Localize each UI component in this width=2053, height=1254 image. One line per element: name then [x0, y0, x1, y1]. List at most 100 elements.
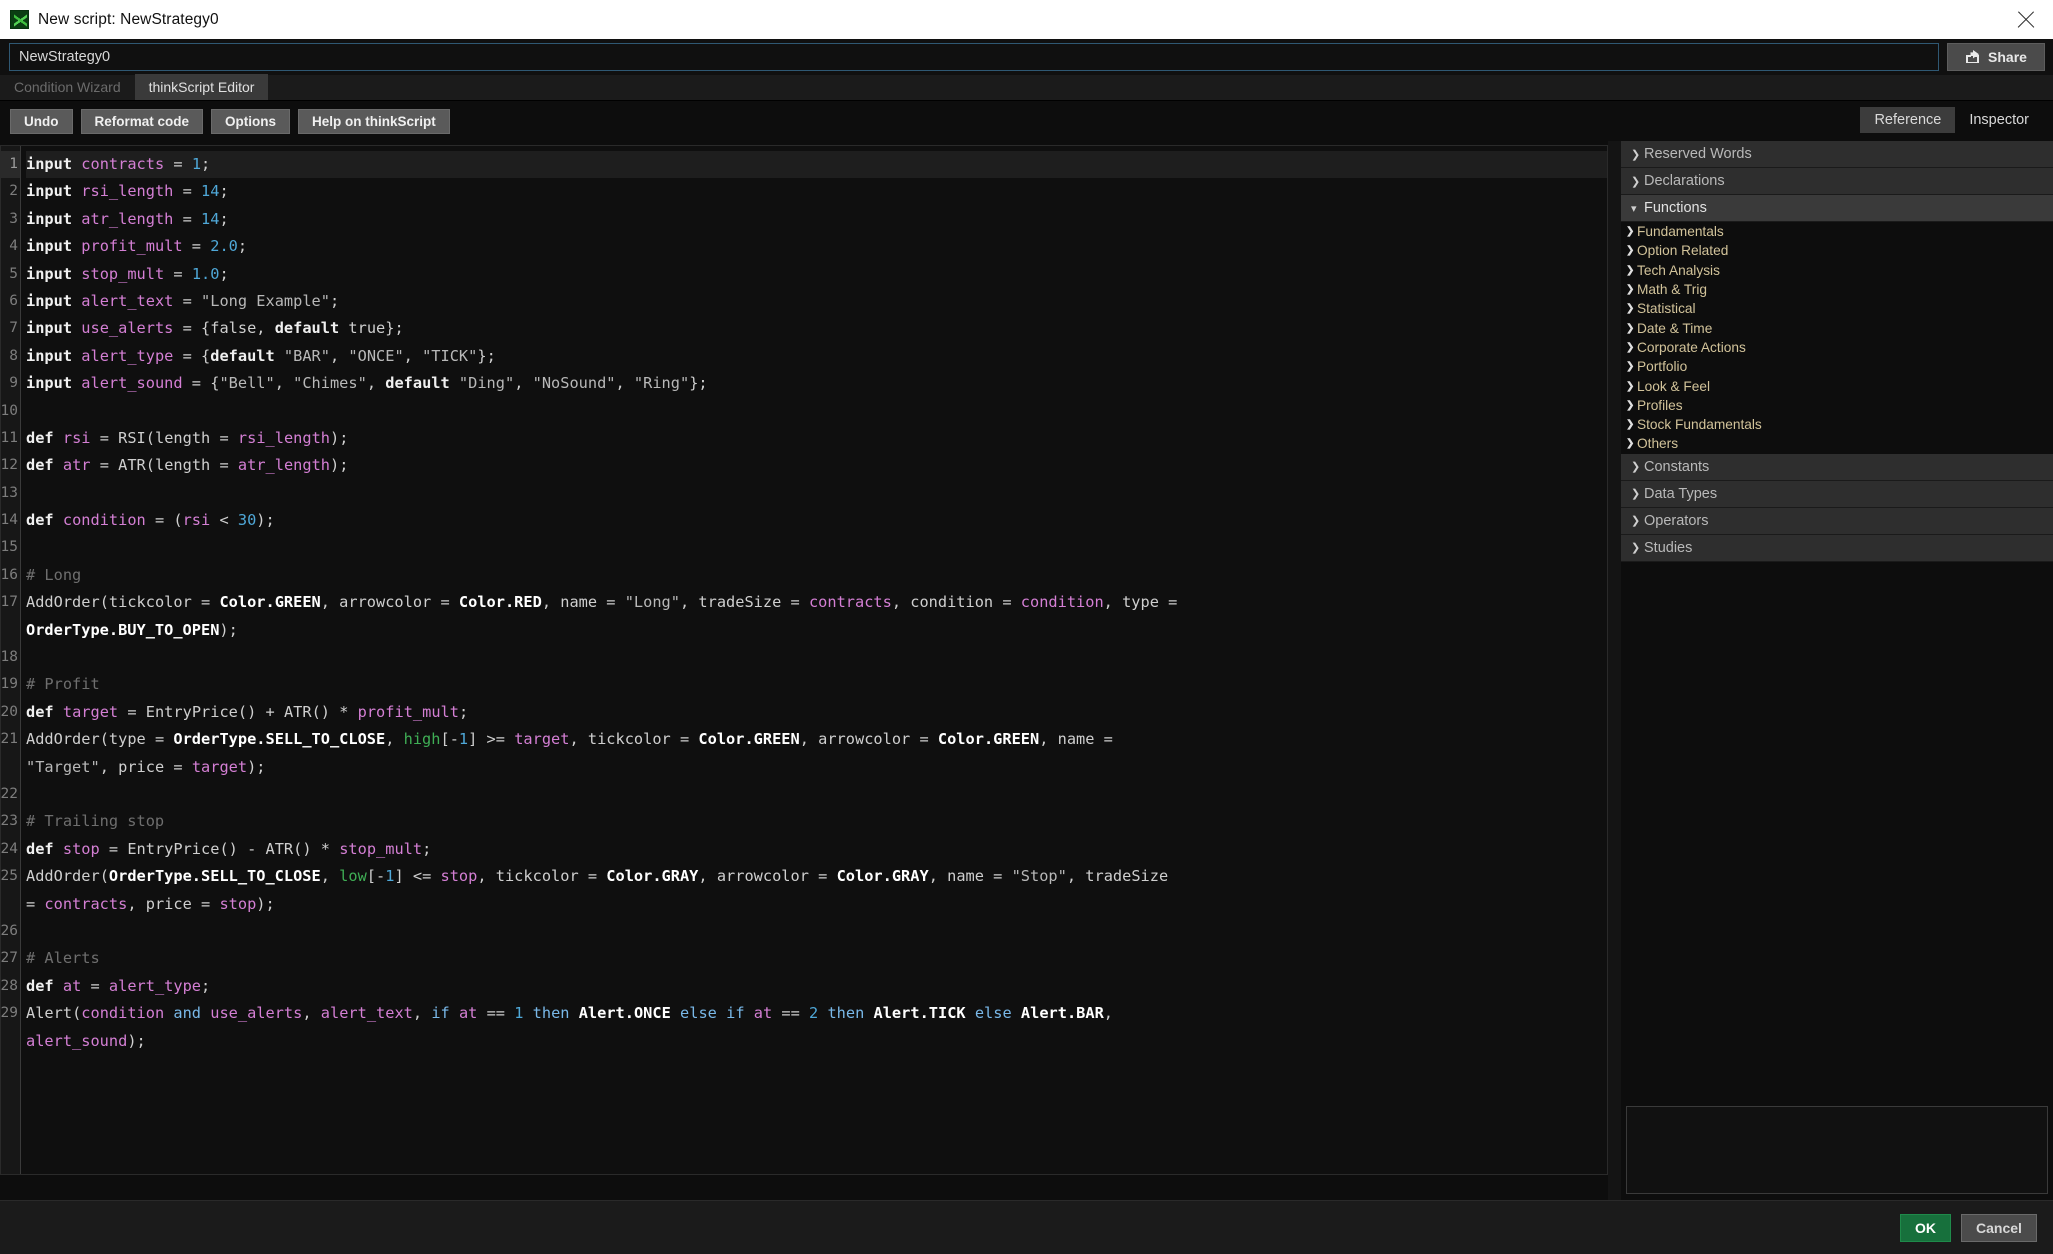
code-token: alert_sound	[81, 374, 183, 393]
tab-reference[interactable]: Reference	[1860, 107, 1956, 133]
reference-item-option-related[interactable]: ❯ Option Related	[1621, 241, 2053, 261]
code-token: atr	[62, 456, 91, 475]
line-number: 23	[1, 813, 18, 830]
reference-item-corporate-actions[interactable]: ❯ Corporate Actions	[1621, 337, 2053, 358]
reference-item-others[interactable]: ❯ Others	[1621, 434, 2053, 454]
chevron-right-icon[interactable]: ❯	[1631, 514, 1644, 527]
close-icon[interactable]	[2015, 9, 2037, 31]
code-token: ;	[219, 209, 229, 228]
code-token: Alert	[26, 1004, 73, 1023]
tab-inspector[interactable]: Inspector	[1955, 107, 2043, 133]
share-button[interactable]: Share	[1947, 43, 2045, 71]
code-token: 2.0	[210, 237, 238, 256]
code-token: condition	[81, 1004, 165, 1023]
code-token: ,	[1103, 1004, 1114, 1023]
chevron-right-icon[interactable]: ❯	[1626, 438, 1637, 449]
reference-item-statistical[interactable]: ❯ Statistical	[1621, 299, 2053, 319]
chevron-right-icon[interactable]: ❯	[1626, 245, 1637, 256]
code-token: );	[256, 894, 275, 913]
chevron-right-icon[interactable]: ❯	[1626, 303, 1637, 314]
ok-button[interactable]: OK	[1900, 1213, 1951, 1242]
code-token: alert_sound	[26, 1031, 128, 1050]
code-line: # Trailing stop	[26, 808, 1619, 835]
code-editor[interactable]: 1 2 3 4 5 6 7 8 9 10 11 12 13 14 15 16 17 18 19 20 21 22 23 24 2…	[0, 145, 1620, 1175]
reference-item-stock-fundamentals[interactable]: ❯ Stock Fundamentals	[1621, 414, 2053, 435]
code-text[interactable]: input contracts = 1; input rsi_length = 1…	[21, 146, 1619, 1174]
reference-item-portfolio[interactable]: ❯ Portfolio	[1621, 357, 2053, 377]
code-line: # Profit	[26, 671, 1619, 698]
reference-item-look-feel[interactable]: ❯ Look & Feel	[1621, 376, 2053, 396]
code-token: name	[1057, 730, 1095, 749]
chevron-right-icon[interactable]: ❯	[1631, 487, 1644, 500]
code-token: tradeSize	[698, 593, 782, 612]
reference-detail-box	[1626, 1106, 2048, 1194]
line-number: 12	[1, 457, 18, 474]
reference-item-date-time[interactable]: ❯ Date & Time	[1621, 318, 2053, 338]
code-token: =	[578, 867, 607, 886]
code-token: use_alerts	[210, 1004, 303, 1023]
editor-toolbar: Undo Reformat code Options Help on think…	[0, 101, 2053, 141]
code-token: target	[62, 702, 119, 721]
chevron-right-icon[interactable]: ❯	[1626, 323, 1637, 334]
undo-button[interactable]: Undo	[10, 108, 73, 134]
code-token: "Chimes"	[293, 374, 367, 393]
line-number	[1, 1028, 20, 1055]
line-number: 15	[1, 539, 18, 556]
reference-item-fundamentals[interactable]: ❯ Fundamentals	[1621, 222, 2053, 242]
chevron-right-icon[interactable]: ❯	[1626, 226, 1637, 237]
chevron-right-icon[interactable]: ❯	[1626, 381, 1637, 392]
code-token: def	[26, 976, 54, 995]
chevron-right-icon[interactable]: ❯	[1631, 460, 1644, 473]
editor-tabs: Condition Wizard thinkScript Editor	[0, 74, 2053, 101]
dialog-footer: OK Cancel	[0, 1200, 2053, 1254]
code-token: ,	[541, 593, 561, 612]
reference-item-profiles[interactable]: ❯ Profiles	[1621, 395, 2053, 415]
code-line: input use_alerts = {false, default true}…	[26, 315, 1619, 342]
reference-group-constants[interactable]: ❯ Constants	[1621, 453, 2053, 481]
chevron-right-icon[interactable]: ❯	[1631, 175, 1644, 188]
chevron-right-icon[interactable]: ❯	[1626, 400, 1637, 411]
options-button[interactable]: Options	[211, 108, 291, 134]
reference-group-reserved-words[interactable]: ❯ Reserved Words	[1621, 141, 2053, 168]
chevron-right-icon[interactable]: ❯	[1626, 361, 1637, 372]
code-token: ;	[458, 702, 469, 721]
editor-horizontal-scrollbar[interactable]	[0, 1178, 1607, 1200]
chevron-right-icon[interactable]: ❯	[1626, 284, 1637, 295]
reference-group-data-types[interactable]: ❯ Data Types	[1621, 480, 2053, 508]
help-on-thinkscript-button[interactable]: Help on thinkScript	[298, 108, 450, 134]
reference-group-operators[interactable]: ❯ Operators	[1621, 507, 2053, 535]
chevron-right-icon[interactable]: ❯	[1626, 265, 1637, 276]
reference-panel: ❯ Reserved Words ❯ Declarations ▾ Functions ❯ F…	[1608, 141, 2053, 1200]
tab-condition-wizard[interactable]: Condition Wizard	[0, 74, 135, 100]
line-number: 4	[9, 238, 18, 255]
code-token: ,	[302, 1004, 321, 1023]
code-token: "Target"	[26, 757, 100, 776]
code-token: Color.RED	[458, 593, 542, 612]
tab-thinkscript-editor[interactable]: thinkScript Editor	[134, 74, 269, 100]
reference-group-studies[interactable]: ❯ Studies	[1621, 534, 2053, 562]
chevron-down-icon[interactable]: ▾	[1631, 202, 1644, 215]
chevron-right-icon[interactable]: ❯	[1626, 419, 1637, 430]
code-token: arrowcolor	[818, 730, 911, 749]
reference-group-functions[interactable]: ▾ Functions	[1621, 195, 2053, 222]
line-number: 9	[9, 375, 18, 392]
reference-item-tech-analysis[interactable]: ❯ Tech Analysis	[1621, 260, 2053, 280]
reformat-code-button[interactable]: Reformat code	[80, 108, 204, 134]
chevron-right-icon[interactable]: ❯	[1626, 342, 1637, 353]
ok-button-label: OK	[1915, 1219, 1936, 1236]
code-token: input	[26, 374, 73, 393]
line-number: 11	[1, 429, 18, 446]
line-number: 8	[9, 347, 18, 364]
cancel-button[interactable]: Cancel	[1961, 1213, 2037, 1242]
chevron-right-icon[interactable]: ❯	[1631, 541, 1644, 554]
script-name-input[interactable]	[9, 43, 1939, 71]
code-line: def at = alert_type;	[26, 973, 1619, 1000]
code-token: condition	[1020, 593, 1104, 612]
reference-panel-scrollbar[interactable]	[1608, 141, 1621, 1200]
chevron-right-icon[interactable]: ❯	[1631, 148, 1644, 161]
reference-group-declarations[interactable]: ❯ Declarations	[1621, 168, 2053, 195]
reference-item-math-trig[interactable]: ❯ Math & Trig	[1621, 279, 2053, 300]
